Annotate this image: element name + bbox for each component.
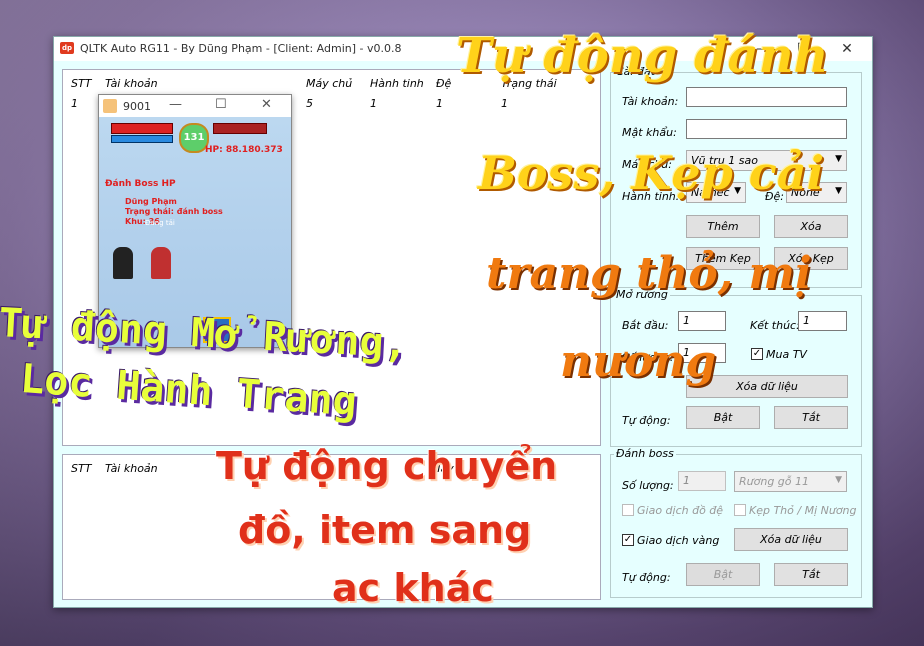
add-button[interactable]: Thêm <box>686 215 760 238</box>
col-account[interactable]: Tài khoản <box>105 77 158 90</box>
buy-tv-label: Mua TV <box>766 348 807 361</box>
status-line-2: Dũng Phạm <box>125 197 177 206</box>
player-sprite <box>113 247 133 279</box>
npc-sprite <box>151 247 171 279</box>
clip-checkbox[interactable] <box>734 504 746 516</box>
cell-pet: 1 <box>436 97 443 110</box>
account-input[interactable] <box>686 87 847 107</box>
boss-on-button[interactable]: Bật <box>686 563 760 586</box>
col-stt[interactable]: STT <box>71 462 91 475</box>
hp-bar <box>111 123 173 134</box>
col-account[interactable]: Tài khoản <box>105 462 158 475</box>
col-pet[interactable]: Đệ <box>436 77 451 90</box>
mp-bar <box>111 135 173 143</box>
minimize-icon[interactable]: — <box>169 97 182 112</box>
boss-group-label: Đánh boss <box>614 447 676 460</box>
game-title-bar: 9001 — ☐ ✕ <box>99 95 291 117</box>
trade-gold-label: Giao dịch vàng <box>637 534 720 547</box>
cell-stt: 1 <box>71 97 78 110</box>
boss-count-input[interactable]: 1 <box>678 471 726 491</box>
password-label: Mật khẩu: <box>622 126 677 139</box>
trade-item-label: Giao dịch đồ đệ <box>637 504 724 517</box>
overlay-line-c1: Tự động chuyển <box>216 444 558 488</box>
target-hp-bar <box>213 123 267 134</box>
chest-value: Rương gỗ 11 <box>739 475 810 488</box>
clear-data-button[interactable]: Xóa dữ liệu <box>734 528 848 551</box>
boss-off-button[interactable]: Tắt <box>774 563 848 586</box>
delete-button[interactable]: Xóa <box>774 215 848 238</box>
clip-label: Kẹp Thỏ / Mị Nương <box>749 504 857 517</box>
close-button[interactable]: ✕ <box>832 39 862 59</box>
password-input[interactable] <box>686 119 847 139</box>
chest-off-button[interactable]: Tắt <box>774 406 848 429</box>
status-line-1: Đánh Boss HP <box>105 179 176 189</box>
col-stt[interactable]: STT <box>71 77 91 90</box>
start-label: Bắt đầu: <box>622 319 669 332</box>
trade-item-checkbox[interactable] <box>622 504 634 516</box>
end-label: Kết thúc: <box>750 319 800 332</box>
maximize-icon[interactable]: ☐ <box>215 97 227 112</box>
game-title: 9001 <box>123 100 151 113</box>
cell-server: 5 <box>306 97 313 110</box>
close-icon[interactable]: ✕ <box>261 97 272 112</box>
overlay-line-a2: Boss, Kẹp cải <box>478 146 825 200</box>
overlay-line-a1: Tự động đánh <box>456 28 829 84</box>
buy-tv-checkbox[interactable]: ✓ <box>751 348 763 360</box>
trade-gold-checkbox[interactable]: ✓ <box>622 534 634 546</box>
start-input[interactable]: 1 <box>678 311 726 331</box>
chest-select[interactable]: Rương gỗ 11 ▼ <box>734 471 847 492</box>
boss-count-label: Số lượng: <box>622 479 674 492</box>
cell-status: 1 <box>501 97 508 110</box>
app-logo-icon: dp <box>60 42 74 54</box>
auto-label: Tự động: <box>622 414 671 427</box>
cell-planet: 1 <box>370 97 377 110</box>
overlay-line-c3: ac khác <box>332 566 494 610</box>
account-label: Tài khoản: <box>622 95 679 108</box>
overlay-line-a4: nương <box>560 336 717 387</box>
boss-auto-label: Tự động: <box>622 571 671 584</box>
status-line-5: Đang tải <box>145 219 175 227</box>
hp-text: HP: 88.180.373 <box>205 145 283 155</box>
chevron-down-icon: ▼ <box>835 186 842 196</box>
chest-on-button[interactable]: Bật <box>686 406 760 429</box>
game-avatar-icon <box>103 99 117 113</box>
col-planet[interactable]: Hành tinh <box>370 77 424 90</box>
chevron-down-icon: ▼ <box>835 154 842 164</box>
overlay-line-a3: trang thỏ, mị <box>486 248 812 299</box>
window-title: QLTK Auto RG11 - By Dũng Phạm - [Client:… <box>80 42 402 55</box>
col-server[interactable]: Máy chủ <box>306 77 352 90</box>
end-input[interactable]: 1 <box>798 311 847 331</box>
overlay-line-c2: đồ, item sang <box>238 508 532 552</box>
chevron-down-icon: ▼ <box>835 475 842 485</box>
status-line-3: Trạng thái: đánh boss <box>125 207 223 216</box>
